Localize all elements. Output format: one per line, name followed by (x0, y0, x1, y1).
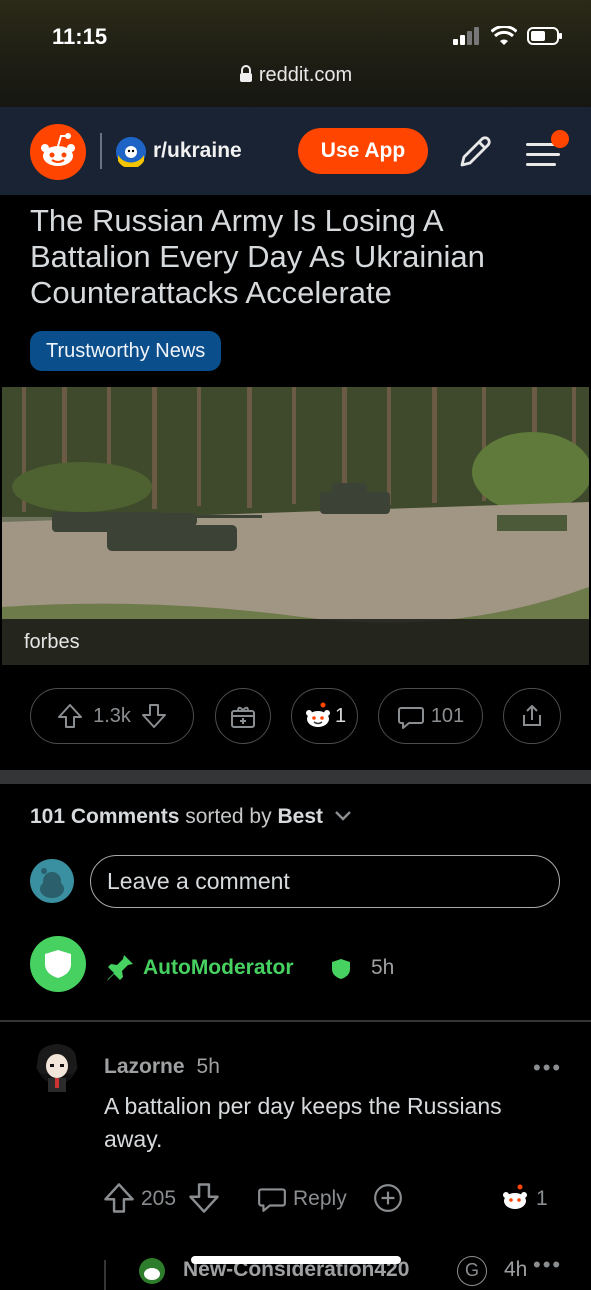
automod-avatar (30, 936, 86, 992)
post-image[interactable]: forbes (2, 387, 589, 665)
lazorne-avatar[interactable] (30, 1040, 84, 1094)
battery-icon (527, 27, 562, 45)
comment-more-icon[interactable]: ••• (533, 1055, 562, 1081)
url-bar[interactable]: reddit.com (0, 64, 591, 87)
section-divider (0, 770, 591, 784)
comment-snoo-award-icon (503, 1184, 527, 1209)
snoo-avatar-icon (30, 859, 74, 903)
reddit-logo-icon[interactable] (30, 124, 86, 180)
comment-action-bar: 205 Reply 1 (0, 1180, 591, 1220)
reddit-navbar: r/ukraine Use App (0, 107, 591, 195)
automod-author[interactable]: AutoModerator (143, 956, 294, 980)
share-icon (523, 705, 541, 726)
reply-time: 4h (504, 1258, 528, 1281)
reply-more-icon[interactable]: ••• (533, 1252, 562, 1278)
upvote-icon[interactable] (57, 703, 83, 729)
url-text: reddit.com (258, 64, 353, 86)
shield-icon (45, 950, 71, 978)
comments-count: 101 (430, 704, 465, 727)
vote-count: 1.3k (93, 704, 131, 727)
sorted-by-label: sorted by (185, 805, 272, 828)
comment-downvote-icon[interactable] (188, 1182, 220, 1214)
downvote-icon[interactable] (141, 703, 167, 729)
comment-vote-count: 205 (141, 1187, 177, 1210)
subreddit-icon[interactable] (116, 137, 146, 167)
comments-count-label: 101 Comments (30, 805, 180, 828)
chevron-down-icon (334, 811, 351, 821)
comment-upvote-icon[interactable] (103, 1182, 135, 1214)
comments-pill[interactable]: 101 (378, 688, 483, 744)
vote-pill: 1.3k (30, 688, 194, 744)
use-app-button[interactable]: Use App (298, 128, 428, 174)
pin-icon (107, 955, 133, 981)
comment-divider (0, 1020, 591, 1022)
moderator-shield-icon (332, 959, 350, 979)
comment-body: A battalion per day keeps the Russians a… (104, 1093, 502, 1152)
thread-line (104, 1260, 106, 1290)
reply-bubble-icon[interactable] (257, 1183, 287, 1213)
reply-avatar-icon (139, 1258, 165, 1284)
reply-button[interactable]: Reply (293, 1187, 347, 1211)
home-indicator[interactable] (191, 1256, 401, 1264)
image-caption-bar: forbes (2, 619, 589, 665)
reply-preview[interactable]: New-Consideration420 G 4h ••• (0, 1250, 591, 1290)
comment-time: 5h (196, 1055, 220, 1078)
automod-comment[interactable]: AutoModerator 5h (30, 936, 570, 992)
wifi-icon (491, 26, 517, 45)
signal-icon (453, 27, 479, 45)
nav-divider (100, 133, 102, 169)
automod-time: 5h (371, 956, 395, 979)
comment-header: Lazorne 5h (104, 1055, 220, 1079)
sort-value: Best (277, 805, 323, 828)
awards-count: 1 (334, 704, 347, 727)
post-flair[interactable]: Trustworthy News (30, 331, 222, 371)
comment-bubble-icon (397, 707, 424, 729)
subreddit-name[interactable]: r/ukraine (153, 139, 242, 163)
post-action-bar: 1.3k 1 101 (0, 688, 591, 748)
award-snoo-icon (305, 702, 330, 727)
status-icons (453, 26, 563, 46)
gift-icon (231, 706, 255, 728)
comment-author-name[interactable]: Lazorne (104, 1055, 185, 1078)
menu-icon[interactable] (522, 129, 572, 175)
image-source-label: forbes (24, 631, 80, 653)
lock-icon (239, 65, 252, 82)
status-time: 11:15 (52, 24, 108, 49)
reply-badge: G (457, 1256, 487, 1286)
pencil-icon[interactable] (456, 133, 494, 171)
comment-award-icon[interactable] (373, 1183, 403, 1213)
post-title[interactable]: The Russian Army Is Losing A Battalion E… (30, 203, 570, 311)
comment-input[interactable]: Leave a comment (90, 855, 560, 908)
awards-pill[interactable]: 1 (291, 688, 358, 744)
comment-awards-count: 1 (536, 1187, 548, 1210)
current-user-avatar (30, 859, 74, 903)
add-award-button[interactable] (215, 688, 271, 744)
status-bar: 11:15 reddit.com (0, 0, 591, 107)
comments-sort-header[interactable]: 101 Comments sorted by Best (30, 805, 353, 829)
share-button[interactable] (503, 688, 561, 744)
